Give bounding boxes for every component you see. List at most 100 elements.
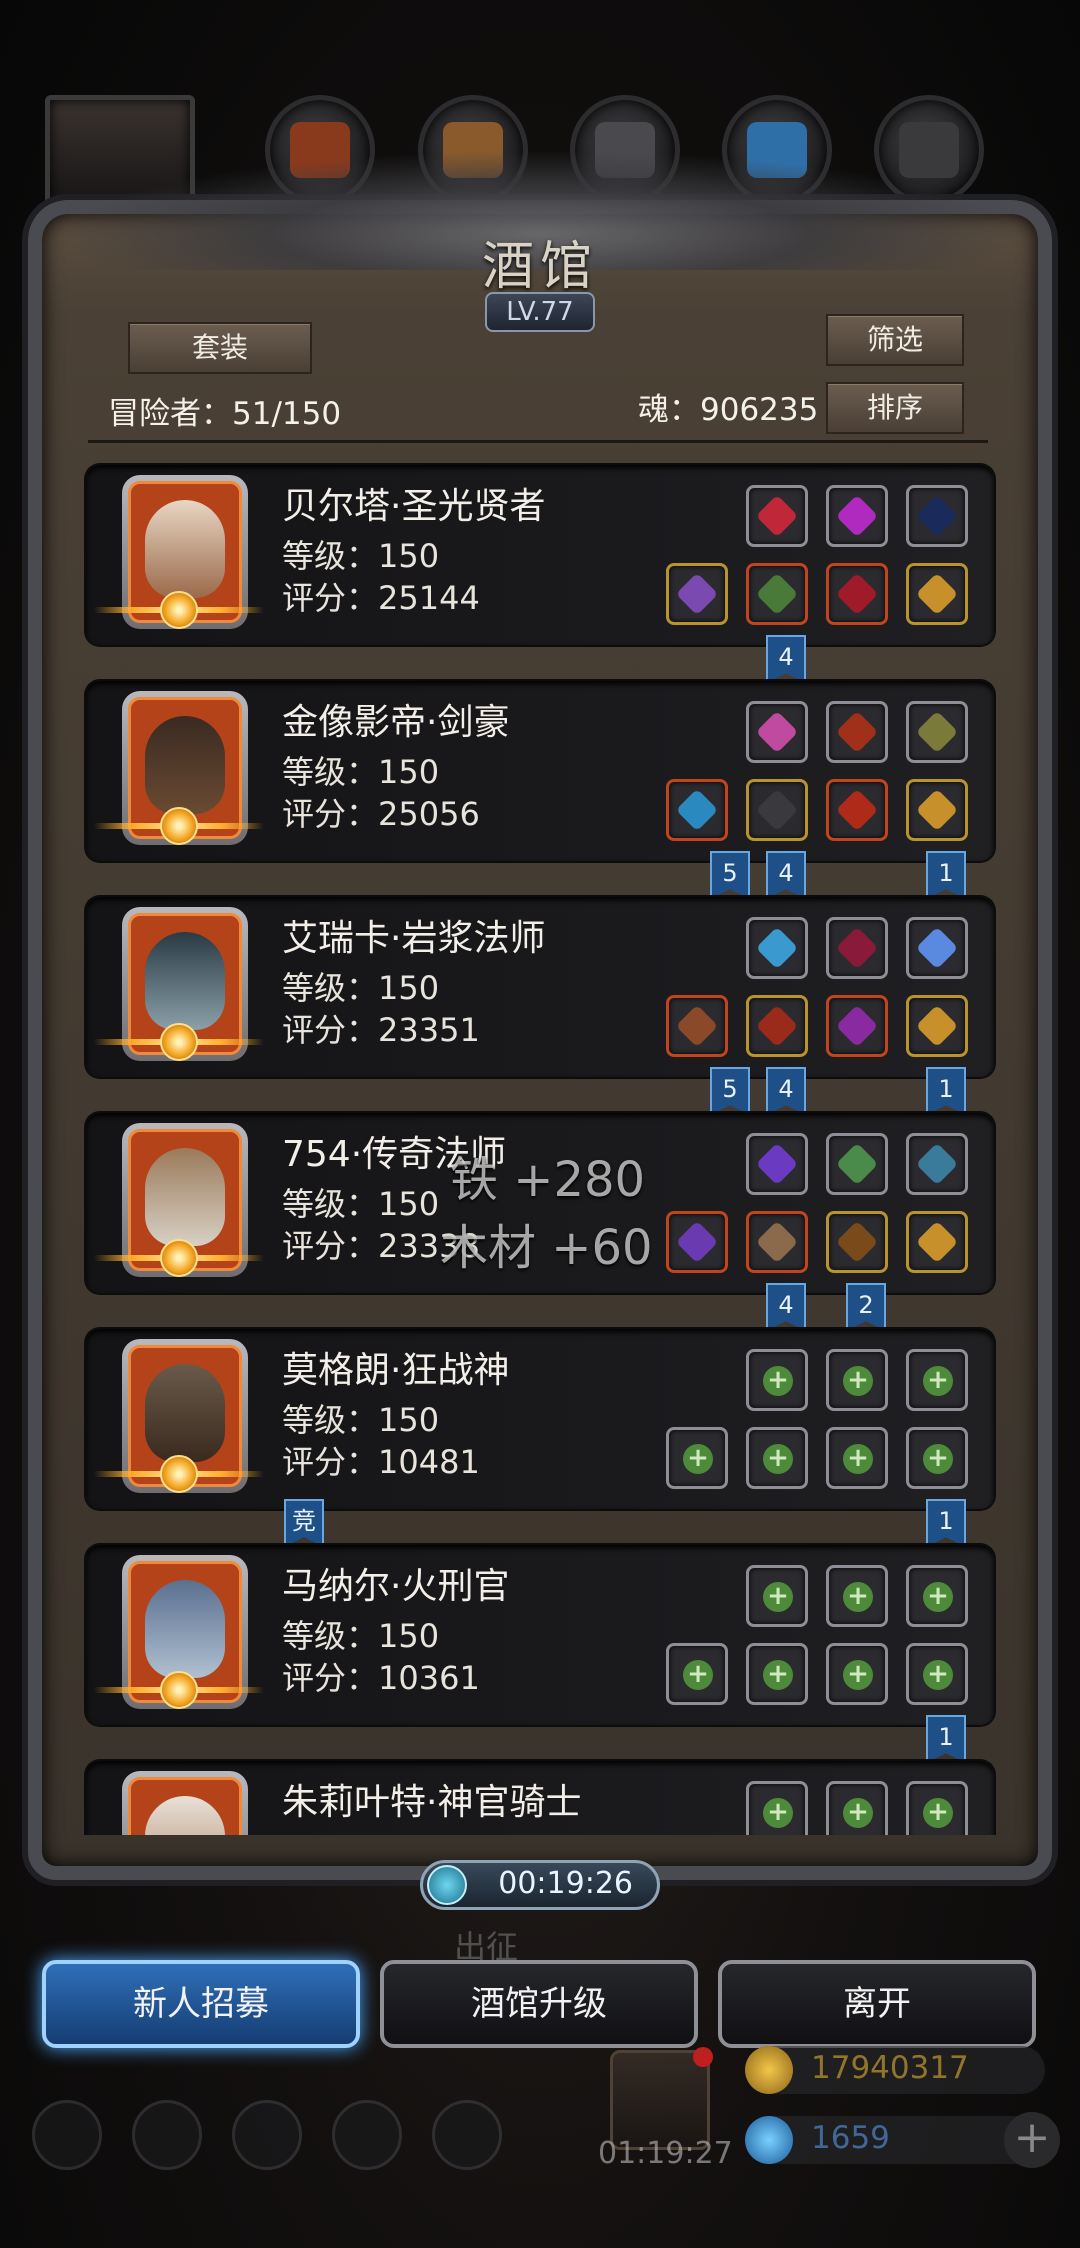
armor-slot-icon[interactable] xyxy=(746,995,808,1057)
rank-flag: 5 xyxy=(710,1067,750,1115)
empty-slot-icon[interactable]: + xyxy=(906,1565,968,1627)
hero-name: 朱莉叶特·神官骑士 xyxy=(282,1782,582,1823)
armor-slot-icon[interactable] xyxy=(746,779,808,841)
empty-slot-icon[interactable]: + xyxy=(746,1781,808,1835)
hero-card[interactable]: 贝尔塔·圣光贤者 等级：150 评分：25144 xyxy=(86,465,994,645)
empty-slot-icon[interactable]: + xyxy=(746,1643,808,1705)
gift-icon[interactable] xyxy=(610,2047,713,2150)
rank-flag: 1 xyxy=(926,851,966,899)
soul-count: 魂：906235 xyxy=(638,392,819,428)
star-emblem-icon xyxy=(94,1455,264,1495)
gem-slot-icon[interactable] xyxy=(906,1133,968,1195)
amulet-slot-icon[interactable] xyxy=(826,563,888,625)
gauntlet-slot-icon[interactable] xyxy=(906,563,968,625)
empty-slot-icon[interactable]: + xyxy=(906,1427,968,1489)
empty-slot-icon[interactable]: + xyxy=(666,1427,728,1489)
gauntlet-slot-icon[interactable] xyxy=(906,995,968,1057)
countdown-timer: 00:19:26 xyxy=(420,1860,660,1910)
mail-icon[interactable] xyxy=(332,2100,402,2170)
empty-slot-icon[interactable]: + xyxy=(826,1427,888,1489)
guild-icon[interactable] xyxy=(432,2100,502,2170)
empty-slot-icon[interactable]: + xyxy=(746,1565,808,1627)
wood-gain-text: 木材 +60 xyxy=(440,1220,653,1276)
gem-slot-icon[interactable] xyxy=(826,1133,888,1195)
gem-slot-icon[interactable] xyxy=(826,701,888,763)
clock-icon xyxy=(427,1865,467,1905)
tavern-upgrade-button[interactable]: 酒馆升级 xyxy=(380,1960,698,2048)
gem-slot-icon[interactable] xyxy=(826,485,888,547)
amulet-slot-icon[interactable] xyxy=(826,995,888,1057)
gem-counter: 1659 xyxy=(745,2116,1045,2164)
hero-name: 贝尔塔·圣光贤者 xyxy=(282,486,546,527)
empty-slot-icon[interactable]: + xyxy=(906,1349,968,1411)
settings-icon[interactable] xyxy=(32,2100,102,2170)
gem-slot-icon[interactable] xyxy=(906,917,968,979)
rank-flag: 1 xyxy=(926,1715,966,1763)
gem-slot-icon[interactable] xyxy=(746,485,808,547)
empty-slot-icon[interactable]: + xyxy=(746,1349,808,1411)
hero-icon[interactable] xyxy=(232,2100,302,2170)
hero-level: 等级：150 xyxy=(282,1617,440,1655)
recruit-button[interactable]: 新人招募 xyxy=(42,1960,360,2048)
rank-flag: 4 xyxy=(766,635,806,683)
weapon-slot-icon[interactable] xyxy=(666,995,728,1057)
star-emblem-icon xyxy=(94,1239,264,1279)
hero-score: 评分：25144 xyxy=(282,579,480,617)
amulet-slot-icon[interactable] xyxy=(826,1211,888,1273)
empty-slot-icon[interactable]: + xyxy=(826,1643,888,1705)
star-emblem-icon xyxy=(94,591,264,631)
empty-slot-icon[interactable]: + xyxy=(826,1349,888,1411)
hero-level: 等级：150 xyxy=(282,537,440,575)
adventurer-count: 冒险者：51/150 xyxy=(108,396,342,432)
iron-gain-text: 铁 +280 xyxy=(450,1152,646,1208)
hero-name: 金像影帝·剑豪 xyxy=(282,702,510,743)
hero-level: 等级：150 xyxy=(282,1185,440,1223)
rank-flag: 1 xyxy=(926,1067,966,1115)
rank-flag: 4 xyxy=(766,1283,806,1331)
tavern-title: 酒馆 xyxy=(481,237,598,297)
empty-slot-icon[interactable]: + xyxy=(746,1427,808,1489)
gauntlet-slot-icon[interactable] xyxy=(906,779,968,841)
weapon-slot-icon[interactable] xyxy=(666,563,728,625)
weapon-slot-icon[interactable] xyxy=(666,779,728,841)
hero-card[interactable]: 金像影帝·剑豪 等级：150 评分：25056 xyxy=(86,681,994,861)
armor-slot-icon[interactable] xyxy=(746,1211,808,1273)
achievement-icon[interactable] xyxy=(132,2100,202,2170)
hero-card[interactable]: 莫格朗·狂战神 等级：150 评分：10481 + + + + + + + xyxy=(86,1329,994,1509)
gem-slot-icon[interactable] xyxy=(746,1133,808,1195)
gem-slot-icon[interactable] xyxy=(906,485,968,547)
empty-slot-icon[interactable]: + xyxy=(906,1643,968,1705)
hero-portrait[interactable] xyxy=(122,1771,248,1835)
gem-slot-icon[interactable] xyxy=(906,701,968,763)
diamond-icon xyxy=(745,2116,793,2164)
armor-slot-icon[interactable] xyxy=(746,563,808,625)
hero-card[interactable]: 艾瑞卡·岩浆法师 等级：150 评分：23351 xyxy=(86,897,994,1077)
hero-score: 评分：10361 xyxy=(282,1659,480,1697)
add-currency-button[interactable]: + xyxy=(1004,2112,1060,2168)
sort-button[interactable]: 排序 xyxy=(826,382,964,434)
hero-level: 等级：150 xyxy=(282,1401,440,1439)
filter-button[interactable]: 筛选 xyxy=(826,314,964,366)
gem-slot-icon[interactable] xyxy=(826,917,888,979)
rank-flag: 2 xyxy=(846,1283,886,1331)
rank-flag: 4 xyxy=(766,1067,806,1115)
empty-slot-icon[interactable]: + xyxy=(826,1565,888,1627)
hero-card[interactable]: 马纳尔·火刑官 等级：150 评分：10361 + + + + + + + xyxy=(86,1545,994,1725)
hero-name: 艾瑞卡·岩浆法师 xyxy=(282,918,546,959)
hero-score: 评分：23351 xyxy=(282,1011,480,1049)
weapon-slot-icon[interactable] xyxy=(666,1211,728,1273)
star-emblem-icon xyxy=(94,1023,264,1063)
leave-button[interactable]: 离开 xyxy=(718,1960,1036,2048)
empty-slot-icon[interactable]: + xyxy=(906,1781,968,1835)
rank-flag: 1 xyxy=(926,1499,966,1547)
amulet-slot-icon[interactable] xyxy=(826,779,888,841)
gold-counter: 17940317 xyxy=(745,2046,1045,2094)
hero-card[interactable]: 朱莉叶特·神官骑士 + + + xyxy=(86,1761,994,1835)
set-button[interactable]: 套装 xyxy=(128,322,312,374)
empty-slot-icon[interactable]: + xyxy=(826,1781,888,1835)
empty-slot-icon[interactable]: + xyxy=(666,1643,728,1705)
gem-slot-icon[interactable] xyxy=(746,701,808,763)
rank-flag: 5 xyxy=(710,851,750,899)
gauntlet-slot-icon[interactable] xyxy=(906,1211,968,1273)
gem-slot-icon[interactable] xyxy=(746,917,808,979)
